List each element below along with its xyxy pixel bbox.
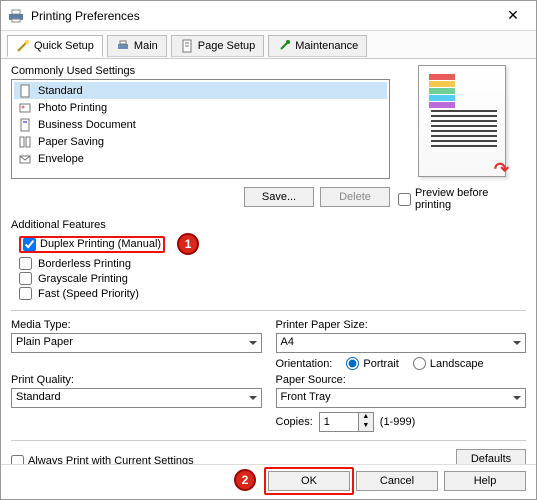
papersaving-icon (18, 135, 32, 149)
always-print-label: Always Print with Current Settings (28, 455, 194, 464)
printer-icon (7, 8, 25, 24)
copies-stepper[interactable]: ▲▼ (319, 412, 374, 432)
page-icon (180, 39, 194, 53)
print-quality-select[interactable]: Standard (11, 388, 262, 408)
delete-button[interactable]: Delete (320, 187, 390, 207)
duplex-highlight: Duplex Printing (Manual) (19, 236, 165, 253)
photo-icon (18, 101, 32, 115)
list-item-envelope[interactable]: Envelope (14, 150, 387, 167)
copies-down-icon[interactable]: ▼ (359, 422, 373, 431)
copies-range-label: (1-999) (380, 416, 415, 428)
duplex-printing-checkbox[interactable] (23, 238, 36, 251)
media-type-select[interactable]: Plain Paper (11, 333, 262, 353)
preview-before-printing-checkbox[interactable] (398, 193, 411, 206)
page-preview: ↷ (418, 65, 506, 177)
preview-flip-arrow-icon: ↷ (494, 159, 509, 180)
tab-maintenance[interactable]: Maintenance (268, 35, 367, 57)
tab-quick-setup[interactable]: Quick Setup (7, 35, 103, 57)
grayscale-printing-checkbox[interactable] (19, 272, 32, 285)
wand-icon (16, 39, 30, 53)
copies-label: Copies: (276, 416, 313, 428)
list-item-standard[interactable]: Standard (14, 82, 387, 99)
envelope-icon (18, 152, 32, 166)
tab-bar: Quick Setup Main Page Setup Maintenance (1, 31, 536, 59)
printer-paper-label: Printer Paper Size: (276, 319, 527, 331)
business-icon (18, 118, 32, 132)
orientation-portrait-radio[interactable]: Portrait (346, 357, 398, 370)
grayscale-printing-label: Grayscale Printing (38, 273, 128, 285)
fast-priority-label: Fast (Speed Priority) (38, 288, 139, 300)
orientation-landscape-radio[interactable]: Landscape (413, 357, 484, 370)
commonly-used-label: Commonly Used Settings (11, 65, 390, 77)
annotation-2: 2 (234, 469, 256, 491)
printer-tab-icon (116, 39, 130, 53)
annotation-1: 1 (177, 233, 199, 255)
help-button[interactable]: Help (444, 471, 526, 491)
tab-page-setup[interactable]: Page Setup (171, 35, 265, 57)
list-item-photo[interactable]: Photo Printing (14, 99, 387, 116)
borderless-printing-checkbox[interactable] (19, 257, 32, 270)
preview-before-printing-label: Preview before printing (415, 187, 526, 211)
settings-listbox[interactable]: Standard Photo Printing Business Documen… (11, 79, 390, 179)
ok-button[interactable]: OK (268, 471, 350, 491)
cancel-button[interactable]: Cancel (356, 471, 438, 491)
printing-preferences-dialog: Printing Preferences ✕ Quick Setup Main … (0, 0, 537, 500)
media-type-label: Media Type: (11, 319, 262, 331)
copies-input[interactable] (319, 412, 359, 432)
list-item-papersaving[interactable]: Paper Saving (14, 133, 387, 150)
close-button[interactable]: ✕ (496, 4, 530, 28)
copies-up-icon[interactable]: ▲ (359, 413, 373, 422)
window-title: Printing Preferences (31, 9, 496, 23)
always-print-checkbox[interactable] (11, 455, 24, 465)
printer-paper-select[interactable]: A4 (276, 333, 527, 353)
fast-priority-checkbox[interactable] (19, 287, 32, 300)
list-item-business[interactable]: Business Document (14, 116, 387, 133)
preview-text-lines (431, 110, 497, 166)
titlebar: Printing Preferences ✕ (1, 1, 536, 31)
additional-features-label: Additional Features (11, 219, 526, 231)
paper-source-label: Paper Source: (276, 374, 527, 386)
save-button[interactable]: Save... (244, 187, 314, 207)
paper-source-select[interactable]: Front Tray (276, 388, 527, 408)
defaults-button[interactable]: Defaults (456, 449, 526, 464)
borderless-printing-label: Borderless Printing (38, 258, 131, 270)
orientation-label: Orientation: (276, 358, 333, 370)
tab-main[interactable]: Main (107, 35, 167, 57)
print-quality-label: Print Quality: (11, 374, 262, 386)
preview-color-swatch (429, 74, 455, 109)
duplex-printing-label: Duplex Printing (Manual) (40, 238, 161, 250)
doc-icon (18, 84, 32, 98)
wrench-icon (277, 39, 291, 53)
